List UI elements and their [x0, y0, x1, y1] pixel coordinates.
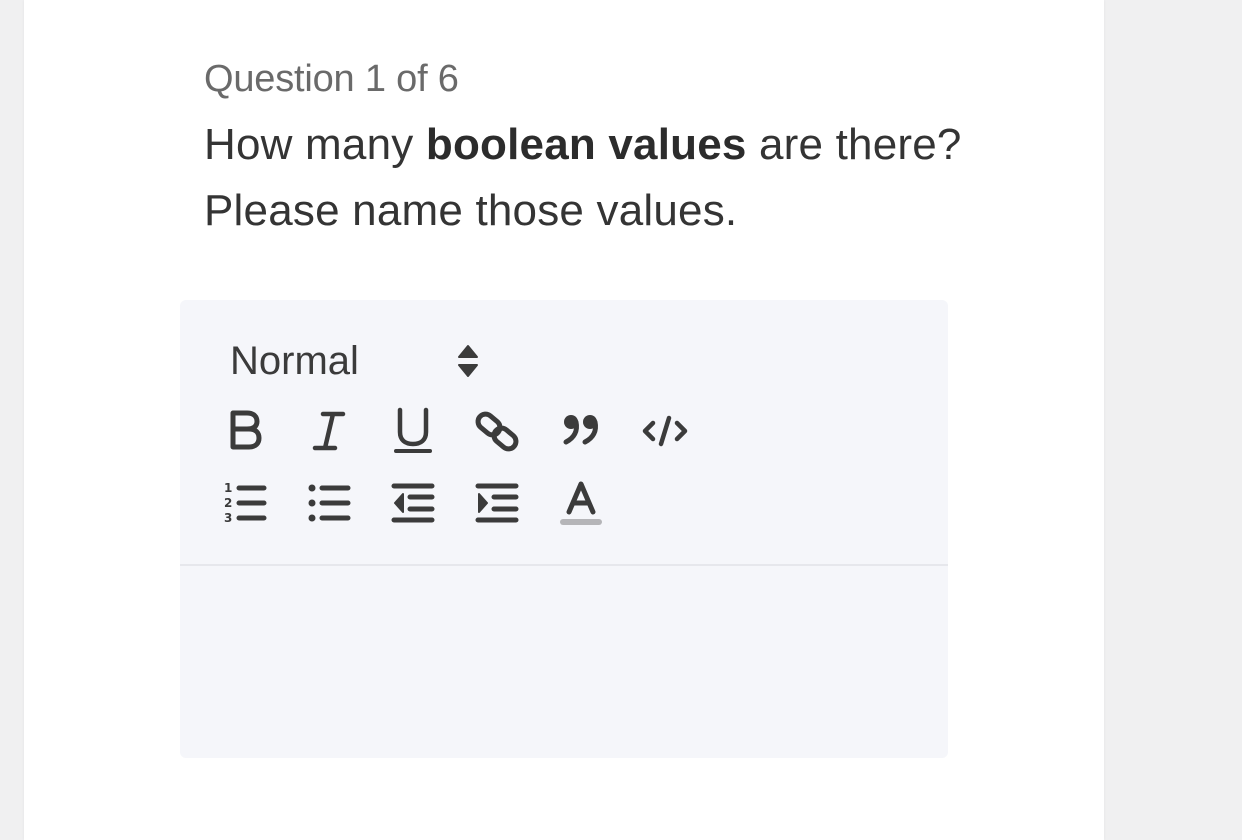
ordered-list-icon: 1 2 3	[222, 480, 268, 526]
code-button[interactable]	[640, 406, 690, 456]
format-select-value: Normal	[230, 339, 359, 383]
svg-text:3: 3	[224, 511, 232, 525]
blockquote-icon	[561, 411, 601, 451]
text-color-icon	[558, 480, 604, 526]
bullet-list-button[interactable]	[304, 478, 354, 528]
code-icon	[642, 413, 688, 449]
answer-text-area[interactable]	[180, 566, 948, 758]
question-counter: Question 1 of 6	[204, 58, 459, 100]
underline-icon	[393, 407, 433, 455]
italic-icon	[309, 409, 349, 453]
text-color-button[interactable]	[556, 478, 606, 528]
indent-icon	[474, 480, 520, 526]
underline-button[interactable]	[388, 406, 438, 456]
paragraph-format-select[interactable]: Normal	[230, 336, 480, 386]
link-icon	[474, 408, 520, 454]
bold-button[interactable]	[220, 406, 270, 456]
rich-text-editor: Normal 1 2 3	[180, 300, 948, 758]
italic-button[interactable]	[304, 406, 354, 456]
svg-text:1: 1	[224, 481, 232, 495]
blockquote-button[interactable]	[556, 406, 606, 456]
svg-text:2: 2	[224, 496, 232, 510]
bullet-list-icon	[306, 480, 352, 526]
bold-icon	[225, 409, 265, 453]
ordered-list-button[interactable]: 1 2 3	[220, 478, 270, 528]
question-prompt: How many boolean values are there? Pleas…	[204, 112, 984, 244]
editor-toolbar: Normal 1 2 3	[180, 300, 948, 566]
link-button[interactable]	[472, 406, 522, 456]
outdent-icon	[390, 480, 436, 526]
question-text-bold: boolean values	[425, 120, 747, 169]
outdent-button[interactable]	[388, 478, 438, 528]
question-text-start: How many	[204, 120, 426, 169]
select-arrows-icon	[456, 344, 480, 378]
indent-button[interactable]	[472, 478, 522, 528]
